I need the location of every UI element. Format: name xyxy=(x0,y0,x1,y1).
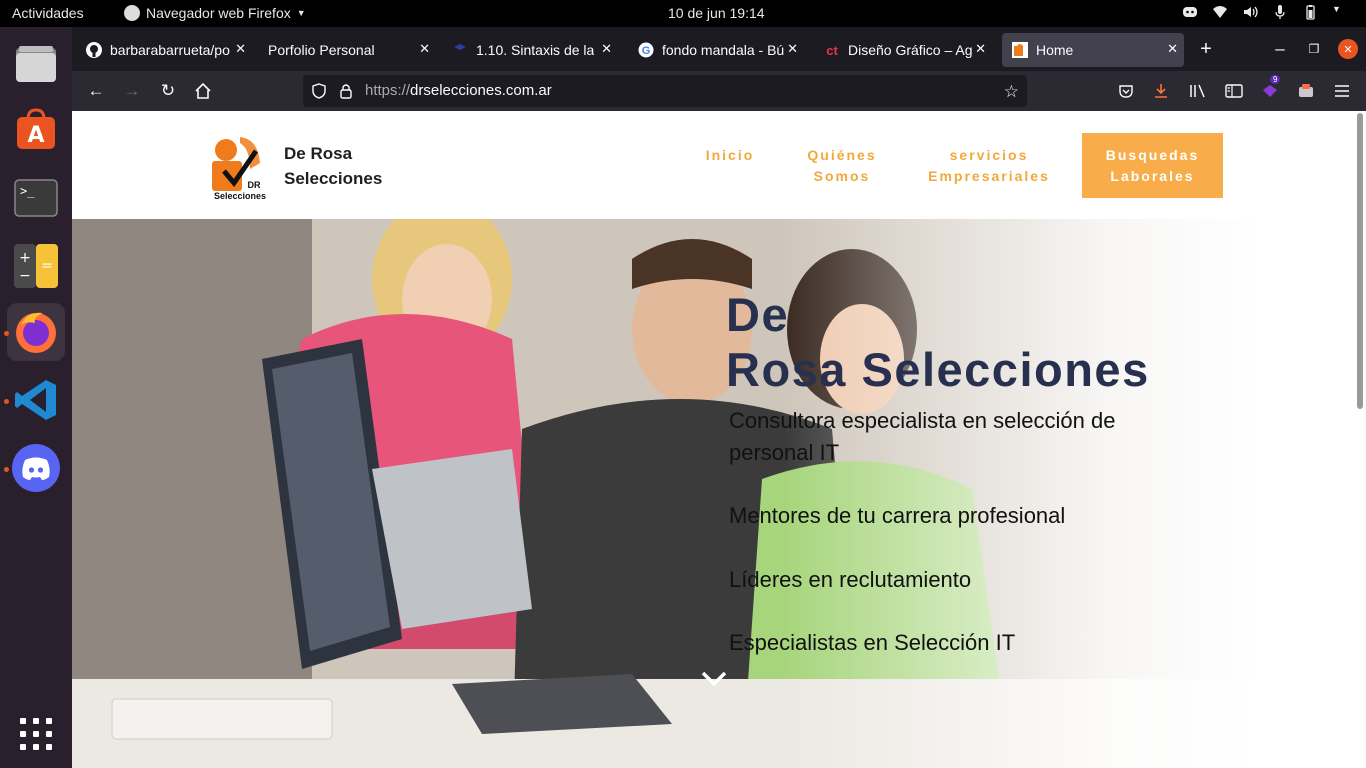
busquedas-laborales-button[interactable]: Busquedas Laborales xyxy=(1082,133,1223,198)
vscode-icon[interactable] xyxy=(7,371,65,429)
ct-icon: ct xyxy=(826,42,838,58)
svg-text:=: = xyxy=(41,258,53,274)
reload-button[interactable]: ↻ xyxy=(158,81,178,101)
minimize-button[interactable]: – xyxy=(1270,39,1290,59)
sidebar-icon[interactable] xyxy=(1224,81,1244,101)
extension-icon[interactable]: 9 xyxy=(1260,75,1281,101)
hero-line-personal-it: personal IT xyxy=(729,440,840,465)
scroll-down-chevron-icon[interactable] xyxy=(700,669,728,689)
svg-text:>_: >_ xyxy=(20,184,35,198)
svg-text:Selecciones: Selecciones xyxy=(214,191,266,201)
firefox-small-icon xyxy=(124,5,140,21)
wifi-icon[interactable] xyxy=(1212,4,1228,20)
restore-button[interactable]: ❐ xyxy=(1304,39,1324,59)
nav-link-inicio[interactable]: Inicio xyxy=(702,145,758,166)
site-brand-name[interactable]: De Rosa Selecciones xyxy=(284,141,382,191)
tab-google[interactable]: G fondo mandala - Bú ✕ xyxy=(628,33,804,67)
nav-link-quienes-somos[interactable]: Quiénes Somos xyxy=(796,145,888,187)
site-logo[interactable]: DR Selecciones xyxy=(210,133,270,203)
forward-button[interactable]: → xyxy=(122,81,142,101)
library-icon[interactable] xyxy=(1188,81,1208,101)
tab-github[interactable]: barbarabarrueta/po ✕ xyxy=(76,33,252,67)
nav-link-servicios-empresariales[interactable]: servicios Empresariales xyxy=(924,145,1054,187)
close-window-button[interactable]: ✕ xyxy=(1338,39,1358,59)
system-top-bar: Actividades Navegador web Firefox ▼ 10 d… xyxy=(0,0,1366,27)
system-tray[interactable]: ▼ xyxy=(1182,4,1348,20)
hero-title: De Rosa Selecciones xyxy=(726,288,1150,396)
close-tab-icon[interactable]: ✕ xyxy=(419,41,430,57)
browser-navigation-bar: ← → ↻ https://drselecciones.com.ar ☆ 9 xyxy=(72,71,1366,111)
github-icon xyxy=(86,42,102,58)
hero-line-especialistas: Especialistas en Selección IT xyxy=(729,630,1016,655)
app-menu-label: Navegador web Firefox xyxy=(146,5,291,21)
extension-2-icon[interactable] xyxy=(1296,81,1316,101)
ubuntu-dock: A >_ + − = xyxy=(0,27,72,768)
pocket-icon[interactable] xyxy=(1116,81,1136,101)
chevron-down-icon: ▼ xyxy=(296,8,306,18)
hero-line-mentores: Mentores de tu carrera profesional xyxy=(729,503,1066,528)
clock[interactable]: 10 de jun 19:14 xyxy=(668,5,765,21)
terminal-icon[interactable]: >_ xyxy=(7,169,65,227)
url-bar[interactable]: https://drselecciones.com.ar ☆ xyxy=(303,75,1027,107)
software-center-icon[interactable]: A xyxy=(7,101,65,159)
firefox-icon[interactable] xyxy=(7,303,65,361)
hero-line-consultora: Consultora especialista en selección de xyxy=(729,408,1116,433)
svg-text:DR: DR xyxy=(248,180,261,190)
tab-home[interactable]: Home ✕ xyxy=(1002,33,1184,67)
tab-porfolio[interactable]: Porfolio Personal ✕ xyxy=(258,33,436,67)
menu-icon[interactable] xyxy=(1332,81,1352,101)
hero-line-lideres: Líderes en reclutamiento xyxy=(729,567,972,592)
tab-sintaxis[interactable]: 1.10. Sintaxis de la ✕ xyxy=(442,33,618,67)
google-icon: G xyxy=(638,42,654,58)
discord-running-indicator xyxy=(4,467,9,472)
tab-diseno[interactable]: ct Diseño Gráfico – Ag ✕ xyxy=(814,33,992,67)
close-tab-icon[interactable]: ✕ xyxy=(601,41,612,57)
new-tab-button[interactable]: + xyxy=(1196,38,1216,60)
browser-tab-bar: barbarabarrueta/po ✕ Porfolio Personal ✕… xyxy=(72,27,1366,71)
microphone-icon[interactable] xyxy=(1272,4,1288,20)
doc-icon xyxy=(452,42,468,58)
svg-text:A: A xyxy=(27,123,44,148)
close-tab-icon[interactable]: ✕ xyxy=(235,41,246,57)
scrollbar-thumb[interactable] xyxy=(1357,113,1363,409)
discord-tray-icon[interactable] xyxy=(1182,4,1198,20)
close-tab-icon[interactable]: ✕ xyxy=(787,41,798,57)
lock-icon[interactable] xyxy=(339,83,353,103)
battery-icon[interactable] xyxy=(1302,4,1318,20)
back-button[interactable]: ← xyxy=(86,81,106,101)
close-tab-icon[interactable]: ✕ xyxy=(1167,41,1178,57)
files-icon[interactable] xyxy=(7,35,65,93)
home-button[interactable] xyxy=(193,81,213,101)
svg-text:−: − xyxy=(19,268,31,284)
site-header: DR Selecciones De Rosa Selecciones Inici… xyxy=(72,111,1366,219)
firefox-running-indicator xyxy=(4,331,9,336)
svg-text:G: G xyxy=(642,45,651,57)
calculator-icon[interactable]: + − = xyxy=(7,237,65,295)
hero-section: De Rosa Selecciones Consultora especiali… xyxy=(72,219,1366,768)
svg-text:+: + xyxy=(19,250,31,266)
system-menu-chevron-icon[interactable]: ▼ xyxy=(1332,4,1348,20)
bookmark-star-icon[interactable]: ☆ xyxy=(1004,82,1019,102)
site-favicon-icon xyxy=(1012,42,1028,58)
vscode-running-indicator xyxy=(4,399,9,404)
app-menu[interactable]: Navegador web Firefox ▼ xyxy=(124,5,306,21)
shield-icon[interactable] xyxy=(311,83,327,103)
discord-icon[interactable] xyxy=(7,439,65,497)
page-scrollbar[interactable] xyxy=(1356,111,1364,768)
app-grid-icon[interactable] xyxy=(7,705,65,763)
activities-button[interactable]: Actividades xyxy=(12,5,84,21)
web-page: DR Selecciones De Rosa Selecciones Inici… xyxy=(72,111,1366,768)
url-text[interactable]: https://drselecciones.com.ar xyxy=(365,82,552,99)
downloads-icon[interactable] xyxy=(1151,81,1171,101)
volume-icon[interactable] xyxy=(1242,4,1258,20)
close-tab-icon[interactable]: ✕ xyxy=(975,41,986,57)
